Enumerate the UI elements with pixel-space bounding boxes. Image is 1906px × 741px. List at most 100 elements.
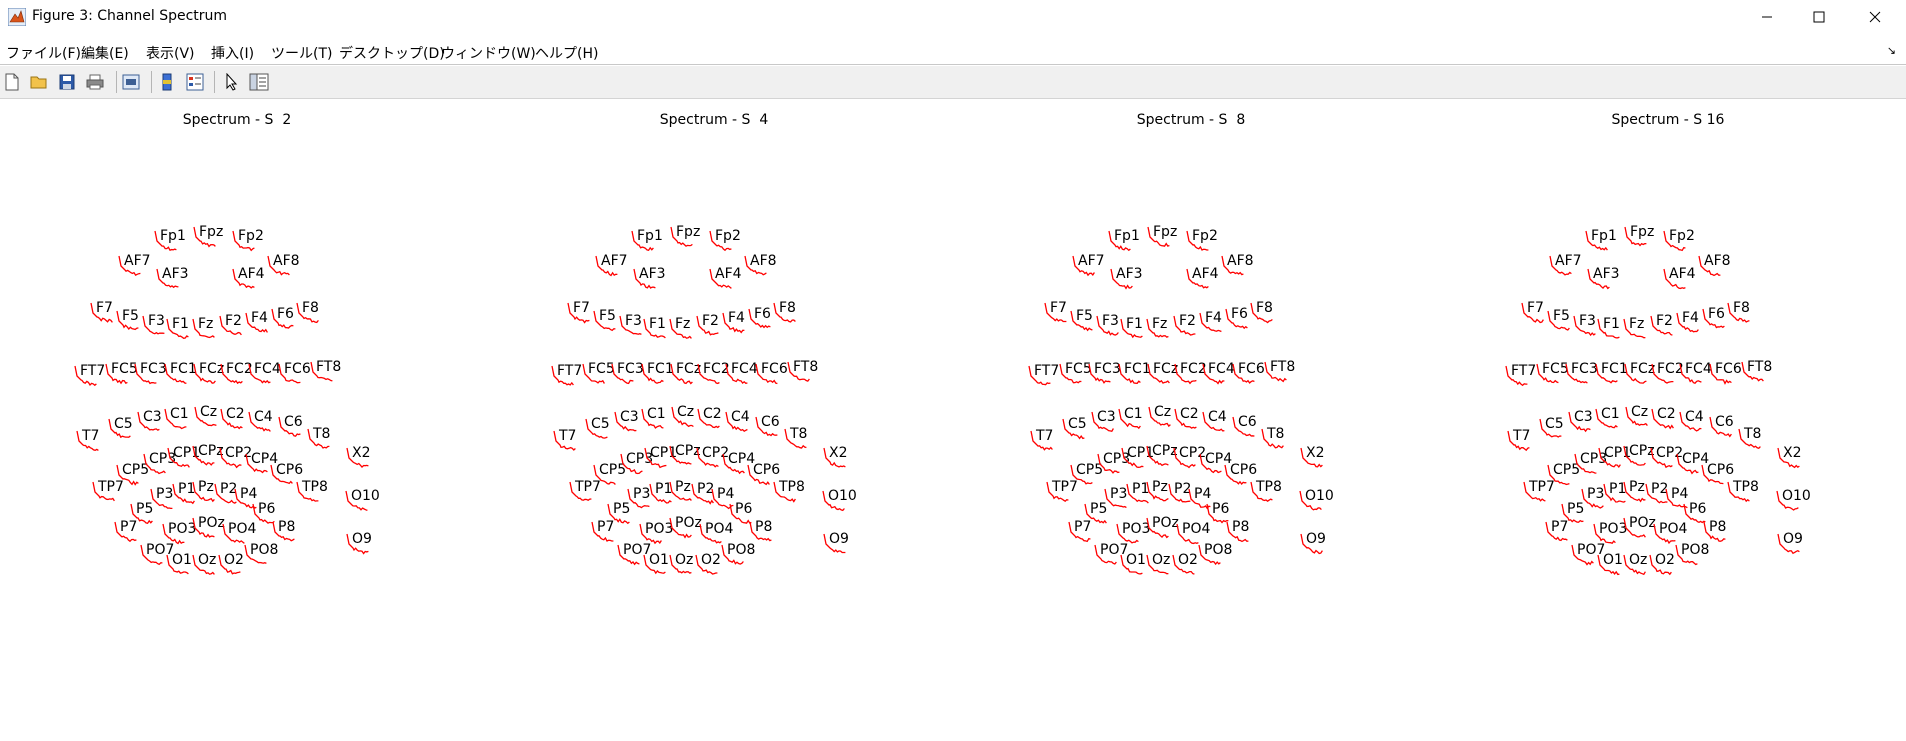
menu-view[interactable]: 表示(V) bbox=[146, 43, 195, 63]
channel-label-fpz: Fpz bbox=[676, 224, 701, 240]
channel-label-f6: F6 bbox=[277, 306, 294, 322]
channel-label-fp1: Fp1 bbox=[160, 228, 186, 244]
channel-label-fpz: Fpz bbox=[1153, 224, 1178, 240]
channel-label-c6: C6 bbox=[284, 414, 303, 430]
channel-label-o1: O1 bbox=[1603, 552, 1623, 568]
channel-label-af4: AF4 bbox=[715, 266, 742, 282]
menu-edit[interactable]: 編集(E) bbox=[81, 43, 129, 63]
channel-label-c3: C3 bbox=[620, 409, 639, 425]
new-figure-button[interactable] bbox=[1, 71, 23, 93]
channel-label-f4: F4 bbox=[728, 310, 745, 326]
close-button[interactable] bbox=[1852, 0, 1898, 34]
property-inspector-icon bbox=[249, 73, 269, 91]
channel-label-f8: F8 bbox=[1733, 300, 1750, 316]
channel-label-af7: AF7 bbox=[1078, 253, 1105, 269]
channel-label-p6: P6 bbox=[1689, 501, 1707, 517]
channel-label-o1: O1 bbox=[1126, 552, 1146, 568]
maximize-icon bbox=[1813, 11, 1825, 23]
new-figure-icon bbox=[5, 73, 19, 91]
plot-title: Spectrum - S 2 bbox=[182, 112, 292, 128]
channel-label-c6: C6 bbox=[761, 414, 780, 430]
print-preview-button[interactable] bbox=[120, 71, 142, 93]
channel-label-p3: P3 bbox=[633, 486, 651, 502]
channel-label-poz: POz bbox=[1629, 515, 1656, 531]
menu-window[interactable]: ウィンドウ(W) bbox=[441, 43, 536, 63]
channel-label-cp6: CP6 bbox=[753, 462, 781, 478]
maximize-button[interactable] bbox=[1796, 0, 1842, 34]
channel-label-o2: O2 bbox=[701, 552, 721, 568]
channel-label-po8: PO8 bbox=[727, 542, 756, 558]
channel-label-ft7: FT7 bbox=[1511, 363, 1537, 379]
menu-tools[interactable]: ツール(T) bbox=[271, 43, 332, 63]
channel-label-p4: P4 bbox=[240, 486, 258, 502]
figure-canvas[interactable]: Spectrum - S 2 Fp1 Fpz Fp2 AF7 AF3 AF4 AF8 F7 F5 F… bbox=[0, 99, 1906, 741]
menu-file[interactable]: ファイル(F) bbox=[6, 43, 81, 63]
channel-label-f2: F2 bbox=[1179, 313, 1196, 329]
menu-desktop[interactable]: デスクトップ(D) bbox=[339, 43, 445, 63]
channel-label-af7: AF7 bbox=[124, 253, 151, 269]
channel-label-c3: C3 bbox=[1574, 409, 1593, 425]
channel-label-p6: P6 bbox=[1212, 501, 1230, 517]
open-file-button[interactable] bbox=[28, 71, 50, 93]
channel-label-fz: Fz bbox=[675, 316, 691, 332]
channel-label-c2: C2 bbox=[703, 406, 722, 422]
channel-label-p3: P3 bbox=[156, 486, 174, 502]
toolbar-separator bbox=[116, 71, 117, 93]
channel-label-f1: F1 bbox=[172, 316, 189, 332]
channel-label-fc5: FC5 bbox=[588, 361, 615, 377]
channel-label-ft8: FT8 bbox=[1747, 359, 1773, 375]
channel-label-af8: AF8 bbox=[1704, 253, 1731, 269]
channel-label-p5: P5 bbox=[136, 501, 154, 517]
property-inspector-button[interactable] bbox=[248, 71, 270, 93]
close-icon bbox=[1869, 11, 1881, 23]
channel-label-fc6: FC6 bbox=[284, 361, 311, 377]
channel-label-p8: P8 bbox=[755, 519, 773, 535]
colorbar-button[interactable] bbox=[157, 71, 179, 93]
channel-label-f1: F1 bbox=[649, 316, 666, 332]
channel-label-f7: F7 bbox=[1527, 300, 1544, 316]
channel-label-fc5: FC5 bbox=[111, 361, 138, 377]
channel-label-x2: X2 bbox=[352, 445, 371, 461]
channel-label-ft7: FT7 bbox=[80, 363, 106, 379]
channel-label-fc6: FC6 bbox=[1715, 361, 1742, 377]
channel-label-p8: P8 bbox=[278, 519, 296, 535]
channel-label-fc1: FC1 bbox=[647, 361, 674, 377]
channel-label-oz: Oz bbox=[1152, 552, 1171, 568]
channel-label-fc1: FC1 bbox=[1124, 361, 1151, 377]
pointer-icon bbox=[226, 73, 238, 91]
channel-label-o9: O9 bbox=[1306, 531, 1326, 547]
print-button[interactable] bbox=[84, 71, 106, 93]
legend-icon bbox=[186, 73, 204, 91]
channel-label-c1: C1 bbox=[647, 406, 666, 422]
channel-label-o2: O2 bbox=[1178, 552, 1198, 568]
save-button[interactable] bbox=[56, 71, 78, 93]
channel-label-t7: T7 bbox=[559, 428, 577, 444]
minimize-button[interactable] bbox=[1744, 0, 1790, 34]
channel-label-f3: F3 bbox=[1579, 313, 1596, 329]
channel-label-p7: P7 bbox=[120, 519, 138, 535]
channel-label-af7: AF7 bbox=[601, 253, 628, 269]
pointer-button[interactable] bbox=[221, 71, 243, 93]
channel-label-f5: F5 bbox=[1076, 308, 1093, 324]
legend-button[interactable] bbox=[184, 71, 206, 93]
menu-insert[interactable]: 挿入(I) bbox=[211, 43, 254, 63]
channel-label-f5: F5 bbox=[599, 308, 616, 324]
channel-label-tp8: TP8 bbox=[1256, 479, 1282, 495]
channel-label-oz: Oz bbox=[198, 552, 217, 568]
channel-label-f7: F7 bbox=[1050, 300, 1067, 316]
channel-label-po8: PO8 bbox=[250, 542, 279, 558]
undock-arrow-icon[interactable]: ↘ bbox=[1887, 44, 1896, 57]
channel-label-fp2: Fp2 bbox=[1192, 228, 1218, 244]
channel-label-af3: AF3 bbox=[1116, 266, 1143, 282]
plot-title: Spectrum - S 8 bbox=[1136, 112, 1246, 128]
channel-label-f2: F2 bbox=[225, 313, 242, 329]
channel-label-af4: AF4 bbox=[1669, 266, 1696, 282]
channel-label-af4: AF4 bbox=[238, 266, 265, 282]
menu-help[interactable]: ヘルプ(H) bbox=[535, 43, 598, 63]
channel-label-fpz: Fpz bbox=[199, 224, 224, 240]
channel-label-p5: P5 bbox=[1567, 501, 1585, 517]
menu-bar: ファイル(F) 編集(E) 表示(V) 挿入(I) ツール(T) デスクトップ(… bbox=[0, 38, 1906, 65]
channel-label-cp6: CP6 bbox=[276, 462, 304, 478]
channel-label-af8: AF8 bbox=[1227, 253, 1254, 269]
channel-label-fc4: FC4 bbox=[1208, 361, 1235, 377]
